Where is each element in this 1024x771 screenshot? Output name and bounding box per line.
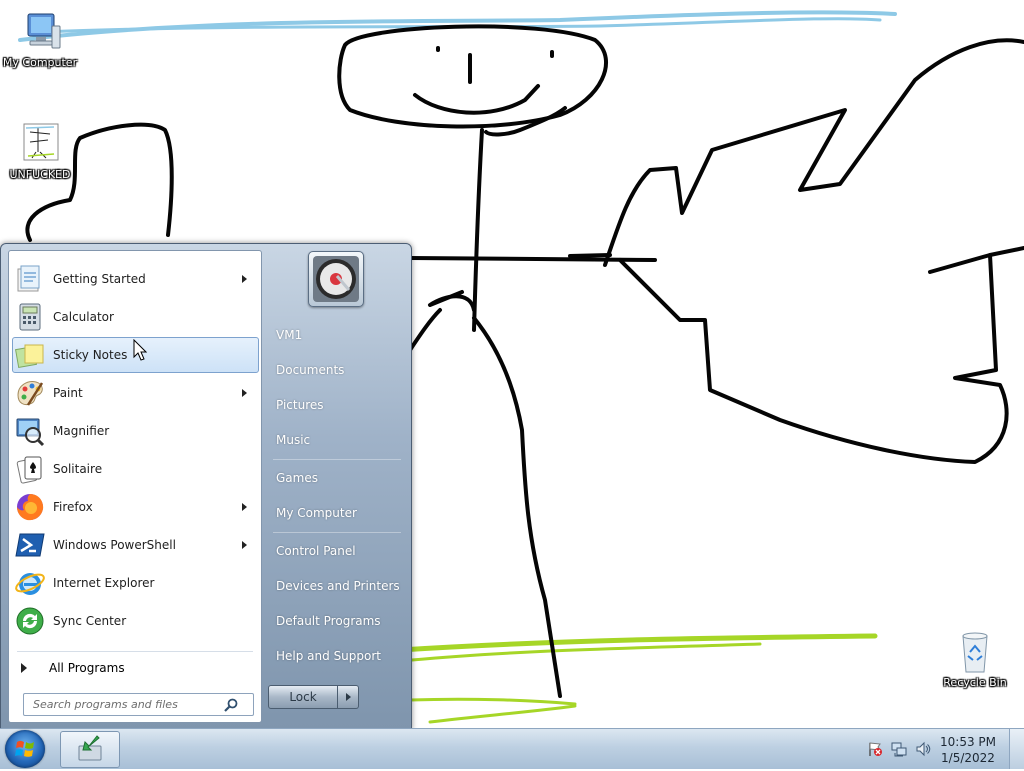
- lock-button[interactable]: Lock: [268, 685, 338, 709]
- calculator-icon: [14, 301, 46, 333]
- clock-time: 10:53 PM: [940, 735, 996, 749]
- search-input[interactable]: [31, 697, 223, 712]
- windows-logo-icon: [15, 740, 34, 757]
- menu-item-pictures[interactable]: Pictures: [267, 390, 410, 420]
- menu-item-label: VM1: [276, 328, 303, 342]
- desktop-icon-recycle-bin[interactable]: Recycle Bin: [935, 630, 1015, 689]
- all-programs-button[interactable]: All Programs: [17, 655, 253, 681]
- search-box[interactable]: [23, 693, 254, 716]
- menu-item-vm1[interactable]: VM1: [267, 320, 410, 350]
- expand-arrow-icon: [21, 663, 27, 673]
- menu-item-label: Documents: [276, 363, 345, 377]
- volume-icon[interactable]: [915, 741, 931, 757]
- desktop-icon-label: UNFUCKED: [9, 168, 71, 181]
- getting-started-icon: [14, 263, 46, 295]
- menu-item-my-computer[interactable]: My Computer: [267, 498, 410, 528]
- show-desktop-button[interactable]: [1009, 729, 1024, 769]
- all-programs-label: All Programs: [49, 661, 125, 675]
- program-internet-explorer[interactable]: Internet Explorer: [12, 565, 259, 601]
- sticky-notes-icon: [14, 339, 46, 371]
- network-icon[interactable]: [891, 741, 907, 757]
- taskbar-app-button[interactable]: [60, 731, 120, 768]
- menu-item-label: Help and Support: [276, 649, 381, 663]
- program-label: Paint: [53, 386, 83, 400]
- program-label: Windows PowerShell: [53, 538, 176, 552]
- menu-item-music[interactable]: Music: [267, 425, 410, 455]
- desktop-icon-unfucked[interactable]: UNFUCKED: [0, 122, 80, 181]
- menu-item-documents[interactable]: Documents: [267, 355, 410, 385]
- submenu-arrow-icon: [242, 389, 247, 397]
- menu-item-label: Default Programs: [276, 614, 381, 628]
- program-label: Internet Explorer: [53, 576, 155, 590]
- separator: [17, 651, 253, 652]
- menu-item-label: Games: [276, 471, 318, 485]
- program-calculator[interactable]: Calculator: [12, 299, 259, 335]
- menu-item-label: Music: [276, 433, 311, 447]
- menu-item-default-programs[interactable]: Default Programs: [267, 606, 410, 636]
- program-label: Sync Center: [53, 614, 127, 628]
- menu-item-label: Devices and Printers: [276, 579, 400, 593]
- program-label: Solitaire: [53, 462, 103, 476]
- desktop-icon-label: Recycle Bin: [943, 676, 1007, 689]
- program-label: Firefox: [53, 500, 93, 514]
- menu-item-label: Pictures: [276, 398, 324, 412]
- program-label: Magnifier: [53, 424, 110, 438]
- program-label: Getting Started: [53, 272, 146, 286]
- recycle-bin-icon: [953, 630, 997, 674]
- image-file-icon: [18, 122, 62, 166]
- separator: [273, 459, 401, 460]
- search-icon[interactable]: [223, 697, 239, 713]
- powershell-icon: [14, 529, 46, 561]
- submenu-arrow-icon: [242, 275, 247, 283]
- program-sync-center[interactable]: Sync Center: [12, 603, 259, 639]
- start-button[interactable]: [5, 730, 45, 768]
- user-picture-avatar[interactable]: [308, 251, 364, 307]
- menu-item-label: Control Panel: [276, 544, 356, 558]
- submenu-arrow-icon: [242, 541, 247, 549]
- clock-date: 1/5/2022: [941, 751, 995, 765]
- start-menu: Getting Started Calculator Sticky Notes …: [0, 243, 412, 730]
- menu-item-games[interactable]: Games: [267, 463, 410, 493]
- programs-pane: Getting Started Calculator Sticky Notes …: [8, 250, 262, 723]
- desktop-icon-label: My Computer: [2, 56, 78, 69]
- magnifier-icon: [14, 415, 46, 447]
- chevron-right-icon: [345, 693, 351, 701]
- program-solitaire[interactable]: Solitaire: [12, 451, 259, 487]
- separator: [273, 532, 401, 533]
- computer-icon: [18, 10, 62, 54]
- power-options-arrow-button[interactable]: [338, 685, 359, 709]
- program-firefox[interactable]: Firefox: [12, 489, 259, 525]
- action-center-flag-icon[interactable]: [867, 741, 883, 757]
- program-paint[interactable]: Paint: [12, 375, 259, 411]
- menu-item-help-and-support[interactable]: Help and Support: [267, 641, 410, 671]
- program-windows-powershell[interactable]: Windows PowerShell: [12, 527, 259, 563]
- internet-explorer-icon: [14, 567, 46, 599]
- sync-center-icon: [14, 605, 46, 637]
- firefox-icon: [14, 491, 46, 523]
- system-clock[interactable]: 10:53 PM 1/5/2022: [938, 734, 998, 766]
- paint-icon: [14, 377, 46, 409]
- program-getting-started[interactable]: Getting Started: [12, 261, 259, 297]
- desktop-icon-my-computer[interactable]: My Computer: [0, 10, 80, 69]
- program-label: Sticky Notes: [53, 348, 128, 362]
- submenu-arrow-icon: [242, 503, 247, 511]
- menu-item-devices-and-printers[interactable]: Devices and Printers: [267, 571, 410, 601]
- shutdown-group: Lock: [268, 685, 359, 709]
- mouse-cursor-icon: [133, 339, 147, 361]
- program-magnifier[interactable]: Magnifier: [12, 413, 259, 449]
- menu-item-control-panel[interactable]: Control Panel: [267, 536, 410, 566]
- taskbar: 10:53 PM 1/5/2022: [0, 728, 1024, 769]
- program-label: Calculator: [53, 310, 114, 324]
- menu-item-label: My Computer: [276, 506, 357, 520]
- solitaire-icon: [14, 453, 46, 485]
- download-app-icon: [78, 735, 102, 761]
